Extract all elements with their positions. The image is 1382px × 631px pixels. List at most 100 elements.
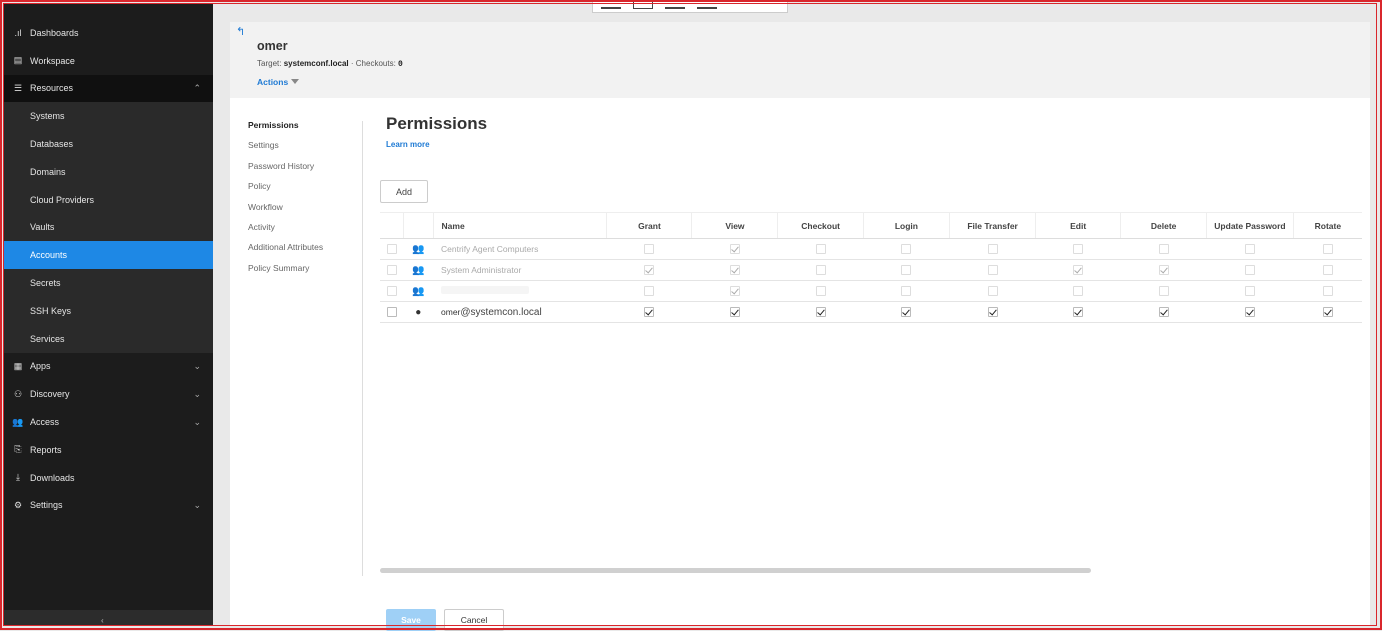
sidebar-item-resources[interactable]: ☰ Resources ⌃ xyxy=(3,74,213,103)
column-header-file-transfer[interactable]: File Transfer xyxy=(948,212,1036,239)
sidebar-item-vaults[interactable]: Vaults xyxy=(3,214,213,242)
sidebar-item-databases[interactable]: Databases xyxy=(3,130,213,158)
permission-checkbox[interactable] xyxy=(1244,307,1255,318)
permission-checkbox[interactable] xyxy=(1158,265,1169,276)
sidebar-item-domains[interactable]: Domains xyxy=(3,158,213,186)
back-arrow-icon[interactable]: ↰ xyxy=(236,25,245,38)
permission-checkbox[interactable] xyxy=(644,244,655,255)
permission-checkbox[interactable] xyxy=(1073,265,1084,276)
checkouts-value: 0 xyxy=(398,60,403,69)
permission-checkbox[interactable] xyxy=(1322,286,1333,297)
sidebar-item-label: Cloud Providers xyxy=(30,194,95,205)
subnav-activity[interactable]: Activity xyxy=(248,221,363,241)
column-header-view[interactable]: View xyxy=(691,212,778,239)
permission-checkbox[interactable] xyxy=(987,265,998,276)
permission-cell xyxy=(691,280,778,302)
sidebar-item-ssh-keys[interactable]: SSH Keys xyxy=(3,297,213,325)
permission-checkbox[interactable] xyxy=(1322,265,1333,276)
sidebar-item-apps[interactable]: ▦ Apps ⌄ xyxy=(3,353,213,381)
permission-checkbox[interactable] xyxy=(644,286,655,297)
horizontal-scrollbar[interactable] xyxy=(380,568,1091,573)
sidebar-item-label: Systems xyxy=(30,111,65,122)
permission-checkbox[interactable] xyxy=(987,307,998,318)
permission-checkbox[interactable] xyxy=(1158,286,1169,297)
subnav-permissions[interactable]: Permissions xyxy=(248,119,363,139)
column-header-name[interactable]: Name xyxy=(432,212,607,239)
column-header-update-password[interactable]: Update Password xyxy=(1206,212,1294,239)
column-header-login[interactable]: Login xyxy=(862,212,950,239)
principal-name-cell: System Administrator xyxy=(433,259,607,281)
column-header-checkout[interactable]: Checkout xyxy=(777,212,864,239)
row-select-checkbox[interactable] xyxy=(386,265,397,276)
permission-checkbox[interactable] xyxy=(901,286,912,297)
permission-checkbox[interactable] xyxy=(815,265,826,276)
permission-checkbox[interactable] xyxy=(815,286,826,297)
sidebar-item-dashboards[interactable]: .ıl Dashboards xyxy=(3,19,213,47)
permission-checkbox[interactable] xyxy=(1322,307,1333,318)
permission-checkbox[interactable] xyxy=(1073,244,1084,255)
sidebar-item-discovery[interactable]: ⚇ Discovery ⌄ xyxy=(3,380,213,408)
row-select-checkbox[interactable] xyxy=(386,286,397,297)
permission-checkbox[interactable] xyxy=(1244,244,1255,255)
cancel-button[interactable]: Cancel xyxy=(444,609,504,631)
collapse-handle-icon[interactable]: ‹ xyxy=(101,616,104,625)
subnav-policy[interactable]: Policy xyxy=(248,180,363,200)
permission-checkbox[interactable] xyxy=(729,286,740,297)
sidebar-item-label: Discovery xyxy=(30,389,70,400)
permission-checkbox[interactable] xyxy=(1073,286,1084,297)
sidebar-item-settings[interactable]: ⚙ Settings ⌄ xyxy=(3,492,213,520)
permission-checkbox[interactable] xyxy=(815,307,826,318)
permission-checkbox[interactable] xyxy=(815,244,826,255)
row-select-checkbox[interactable] xyxy=(386,307,397,318)
save-button[interactable]: Save xyxy=(386,609,436,631)
permission-checkbox[interactable] xyxy=(1244,265,1255,276)
add-button[interactable]: Add xyxy=(380,180,428,203)
sidebar-item-cloud-providers[interactable]: Cloud Providers xyxy=(3,186,213,214)
actions-dropdown[interactable]: Actions xyxy=(257,77,300,87)
subnav-additional-attributes[interactable]: Additional Attributes xyxy=(248,241,363,261)
toolbar-button[interactable] xyxy=(697,1,717,9)
subnav-settings[interactable]: Settings xyxy=(248,139,363,159)
discovery-icon: ⚇ xyxy=(13,388,23,399)
permission-checkbox[interactable] xyxy=(1073,307,1084,318)
sidebar-item-reports[interactable]: ⎘ Reports xyxy=(3,436,213,464)
permission-checkbox[interactable] xyxy=(1158,307,1169,318)
permission-checkbox[interactable] xyxy=(1244,286,1255,297)
permission-checkbox[interactable] xyxy=(1322,244,1333,255)
sidebar-item-downloads[interactable]: ⤓ Downloads xyxy=(3,464,213,492)
sidebar-item-access[interactable]: 👥 Access ⌄ xyxy=(3,408,213,436)
sidebar-item-workspace[interactable]: ▤ Workspace xyxy=(3,47,213,75)
sidebar-item-systems[interactable]: Systems xyxy=(3,102,213,130)
subnav-workflow[interactable]: Workflow xyxy=(248,201,363,221)
permission-checkbox[interactable] xyxy=(729,307,740,318)
toolbar-button[interactable] xyxy=(601,1,621,9)
row-select-checkbox[interactable] xyxy=(386,244,397,255)
permission-cell xyxy=(1206,301,1294,323)
permission-checkbox[interactable] xyxy=(987,286,998,297)
permission-checkbox[interactable] xyxy=(901,265,912,276)
column-header-rotate[interactable]: Rotate xyxy=(1292,212,1362,239)
column-header-edit[interactable]: Edit xyxy=(1035,212,1121,239)
subnav-policy-summary[interactable]: Policy Summary xyxy=(248,262,363,282)
permission-checkbox[interactable] xyxy=(987,244,998,255)
sidebar-item-services[interactable]: Services xyxy=(3,325,213,353)
permission-checkbox[interactable] xyxy=(901,244,912,255)
column-header-grant[interactable]: Grant xyxy=(606,212,692,239)
subnav-password-history[interactable]: Password History xyxy=(248,160,363,180)
column-header-delete[interactable]: Delete xyxy=(1120,212,1207,239)
sidebar-item-accounts[interactable]: Accounts xyxy=(3,241,213,270)
permission-cell xyxy=(1120,238,1207,260)
toolbar-button[interactable] xyxy=(665,1,685,9)
toolbar-button-active[interactable] xyxy=(633,0,653,9)
permission-checkbox[interactable] xyxy=(644,307,655,318)
permission-checkbox[interactable] xyxy=(1158,244,1169,255)
target-label: Target: xyxy=(257,59,282,68)
permission-cell xyxy=(1293,238,1362,260)
sidebar-item-secrets[interactable]: Secrets xyxy=(3,269,213,297)
permission-checkbox[interactable] xyxy=(729,265,740,276)
permission-checkbox[interactable] xyxy=(644,265,655,276)
learn-more-link[interactable]: Learn more xyxy=(386,140,430,149)
permission-checkbox[interactable] xyxy=(729,244,740,255)
permission-checkbox[interactable] xyxy=(901,307,912,318)
table-row: 👥 Centrify Agent Computers xyxy=(380,238,1362,260)
